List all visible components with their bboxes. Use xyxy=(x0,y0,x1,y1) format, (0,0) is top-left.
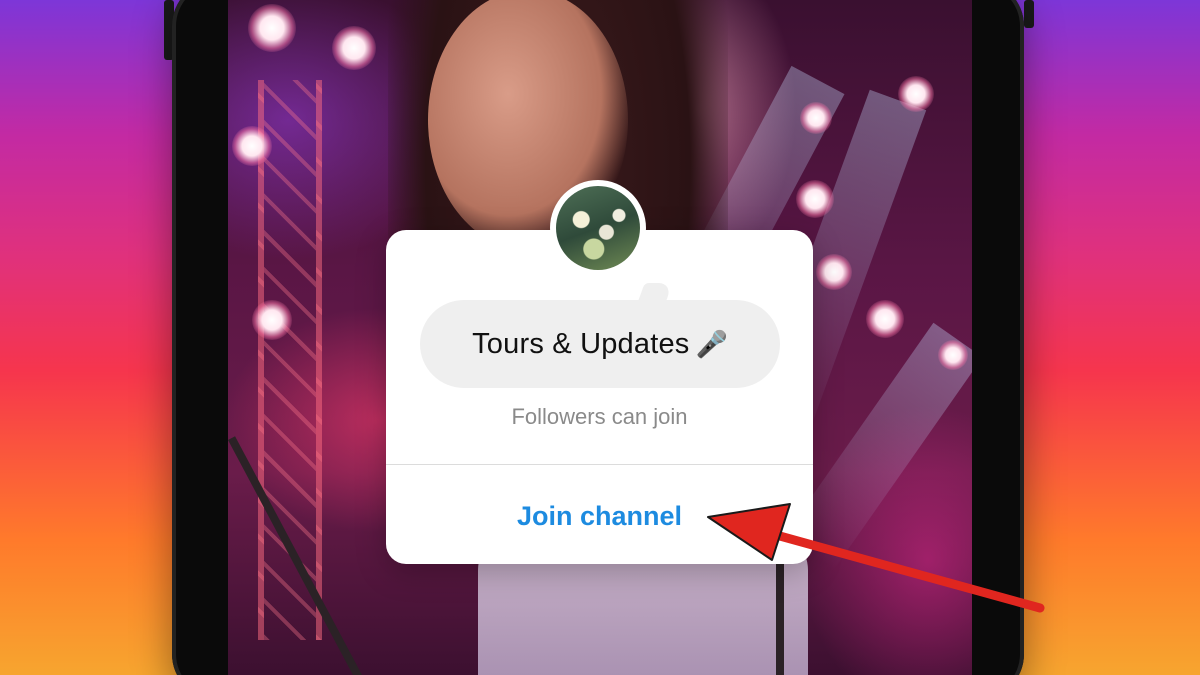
stage-light xyxy=(898,76,934,112)
stage-light xyxy=(252,300,292,340)
channel-name-bubble: Tours & Updates 🎤 xyxy=(420,300,780,388)
arrow-head xyxy=(707,503,791,561)
stage-light xyxy=(800,102,832,134)
channel-name: Tours & Updates xyxy=(472,327,690,360)
phone-side-button-right xyxy=(1024,0,1034,28)
microphone-icon: 🎤 xyxy=(695,328,728,359)
stage-light xyxy=(866,300,904,338)
channel-avatar xyxy=(556,186,640,270)
arrow-shaft xyxy=(753,525,1045,613)
stage-light xyxy=(332,26,376,70)
card-divider xyxy=(386,464,813,465)
stage-light xyxy=(232,126,272,166)
join-permission-text: Followers can join xyxy=(511,404,688,429)
red-arrow-icon xyxy=(707,503,1045,613)
stage-light xyxy=(796,180,834,218)
stage-light xyxy=(248,4,296,52)
stage-light xyxy=(816,254,852,290)
stage-light xyxy=(938,340,968,370)
